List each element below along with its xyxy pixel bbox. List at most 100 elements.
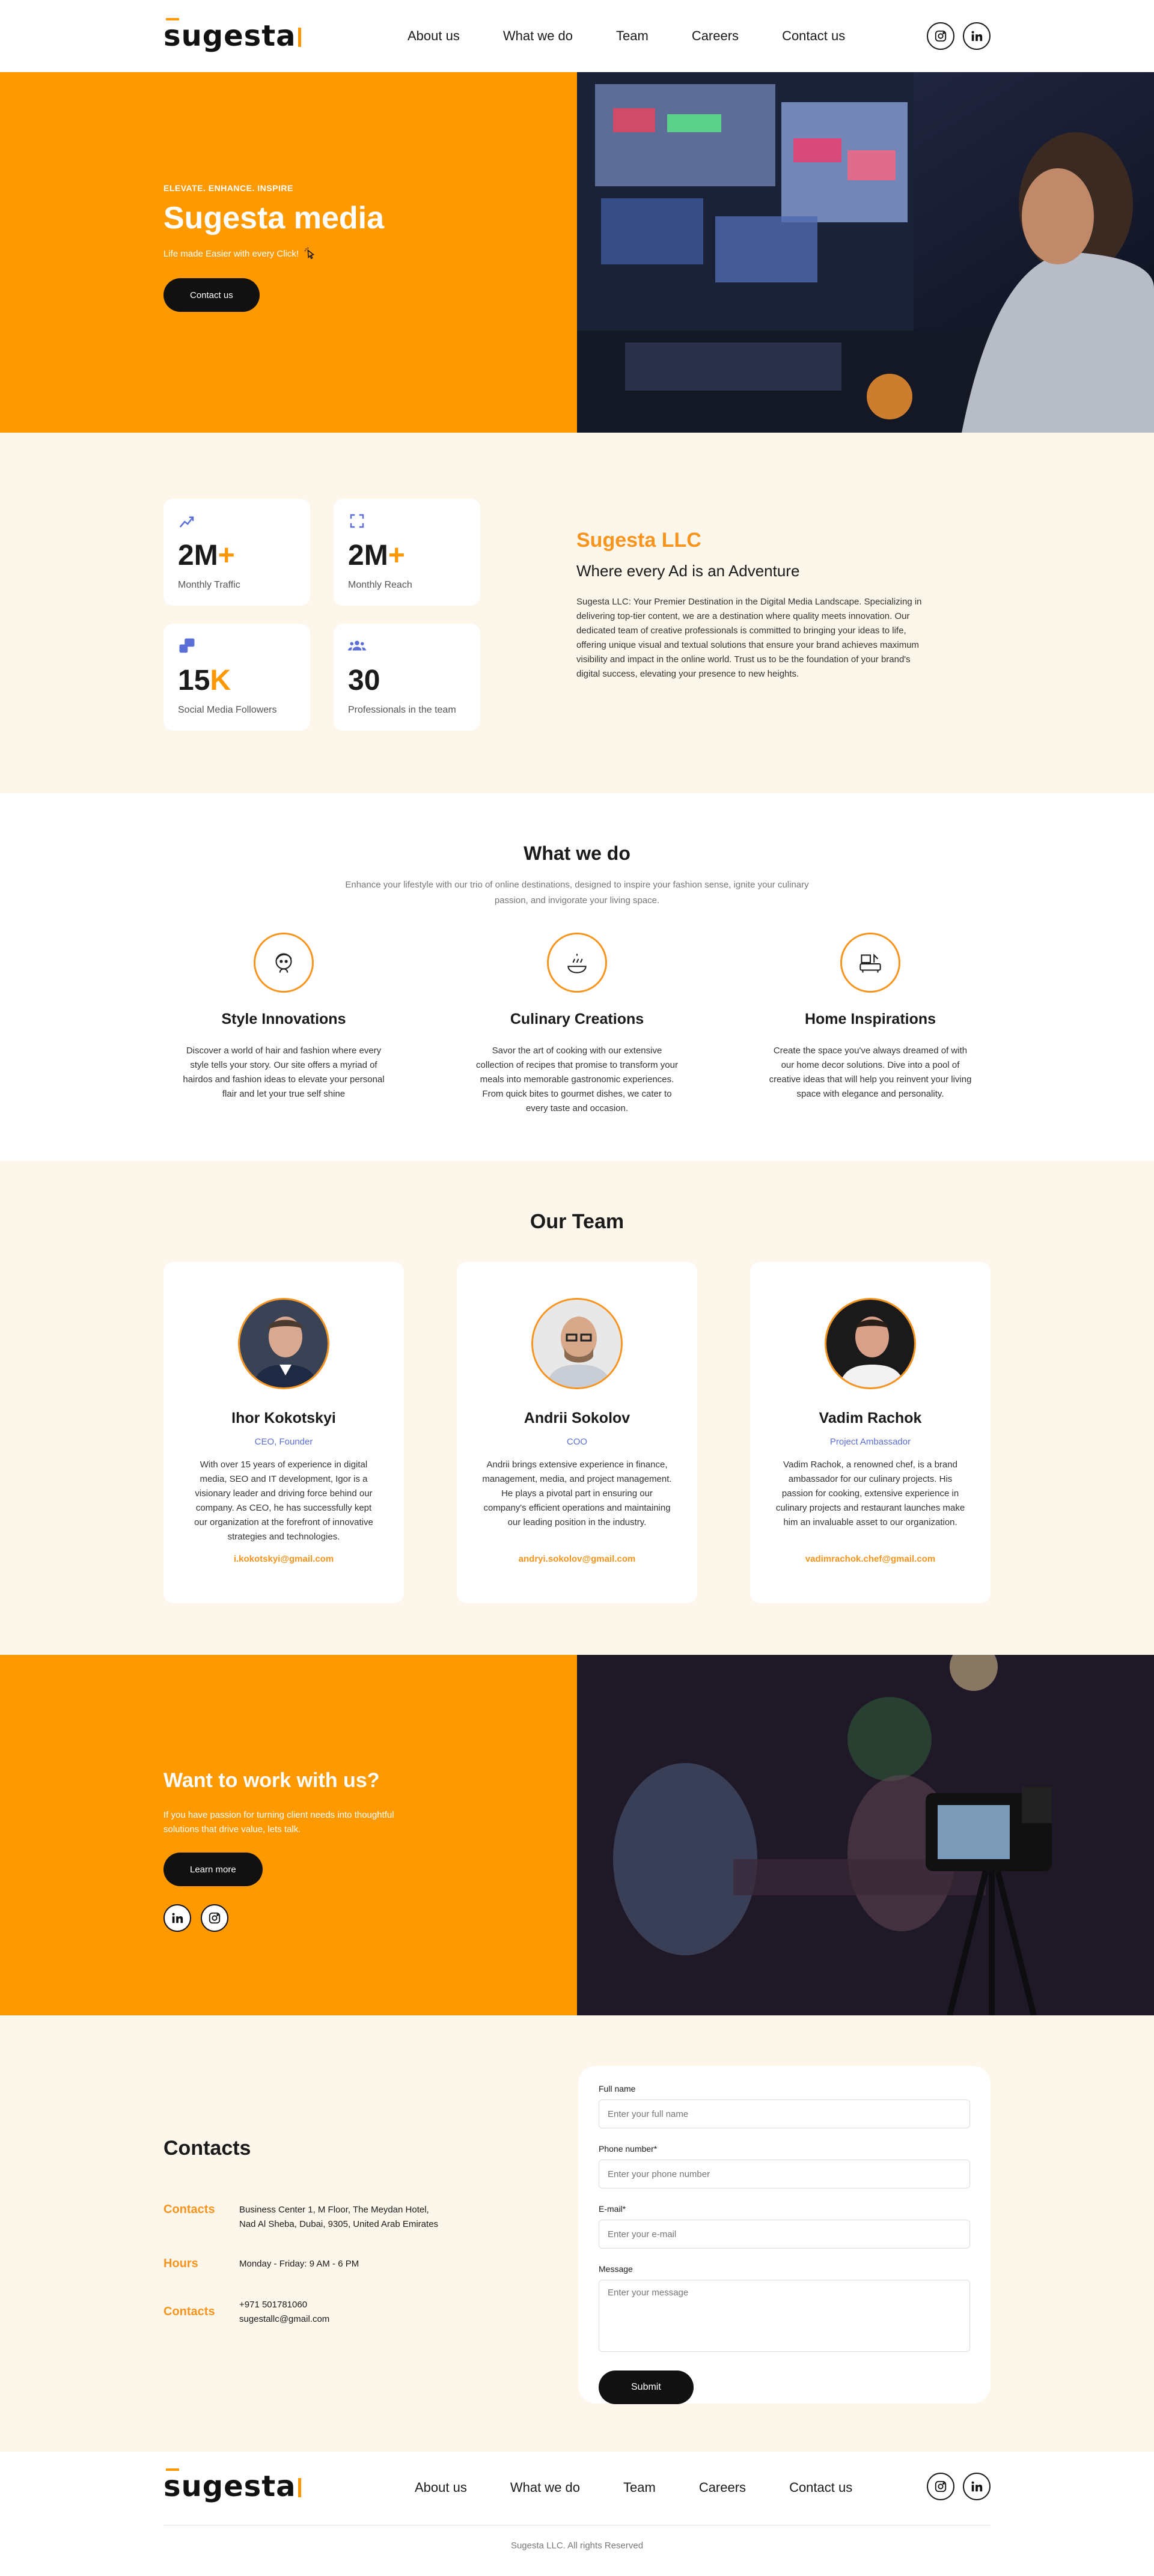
hairstyle-icon <box>254 933 314 993</box>
contact-form: Full name Phone number* E-mail* Message … <box>578 2066 991 2404</box>
nav-what-we-do[interactable]: What we do <box>510 2480 580 2495</box>
instagram-icon[interactable] <box>201 1904 228 1932</box>
section-title: Our Team <box>530 1210 624 1233</box>
member-email[interactable]: vadimrachok.chef@gmail.com <box>805 1554 935 1564</box>
linkedin-icon[interactable] <box>963 2473 991 2500</box>
contact-value: Business Center 1, M Floor, The Meydan H… <box>239 2205 439 2229</box>
learn-more-button[interactable]: Learn more <box>163 1853 263 1886</box>
about-headline: Where every Ad is an Adventure <box>576 562 800 580</box>
submit-button[interactable]: Submit <box>599 2370 694 2404</box>
service-text: Savor the art of cooking with our extens… <box>476 1046 678 1113</box>
service-item: Style Innovations Discover a world of ha… <box>182 933 386 1101</box>
nav-contact[interactable]: Contact us <box>789 2480 852 2495</box>
logo[interactable]: sugesta <box>163 18 301 50</box>
member-name: Vadim Rachok <box>819 1410 922 1427</box>
contact-key: Hours <box>163 2257 198 2270</box>
service-title: Home Inspirations <box>804 1011 936 1028</box>
member-role: COO <box>566 1437 588 1447</box>
contact-key: Contacts <box>163 2305 215 2318</box>
nav-careers[interactable]: Careers <box>692 28 739 44</box>
about-section: 2M+ Monthly Traffic 2M+ Monthly Reach 15… <box>0 433 1154 793</box>
contact-row: Hours Monday - Friday: 9 AM - 6 PM <box>163 2257 359 2271</box>
member-email[interactable]: i.kokotskyi@gmail.com <box>234 1554 334 1564</box>
service-title: Culinary Creations <box>510 1011 644 1028</box>
nav-about[interactable]: About us <box>408 28 460 44</box>
about-text: Sugesta LLC Where every Ad is an Adventu… <box>576 529 925 681</box>
instagram-icon[interactable] <box>927 2473 954 2500</box>
nav-careers[interactable]: Careers <box>699 2480 746 2495</box>
stat-label: Monthly Reach <box>348 580 412 590</box>
contact-us-button[interactable]: Contact us <box>163 278 260 312</box>
contact-key: Contacts <box>163 2203 215 2216</box>
team-card: Ihor Kokotskyi CEO, Founder With over 15… <box>163 1262 404 1603</box>
full-name-input[interactable] <box>599 2099 970 2128</box>
name-label: Full name <box>599 2084 636 2093</box>
nav-what-we-do[interactable]: What we do <box>503 28 573 44</box>
member-bio: Vadim Rachok, a renowned chef, is a bran… <box>775 1460 965 1527</box>
email-label: E-mail* <box>599 2204 626 2214</box>
hero-content: ELEVATE. ENHANCE. INSPIRE Sugesta media … <box>0 72 577 433</box>
social-icon <box>179 638 195 653</box>
section-subtitle: Enhance your lifestyle with our trio of … <box>345 880 809 906</box>
footer-social <box>927 2473 991 2500</box>
cta-section: Want to work with us? If you have passio… <box>0 1655 1154 2015</box>
linkedin-icon[interactable] <box>963 22 991 50</box>
section-title: Contacts <box>163 2137 251 2160</box>
copyright: Sugesta LLC. All rights Reserved <box>510 2541 644 2551</box>
header-social <box>927 22 991 50</box>
cooking-icon <box>547 933 607 993</box>
home-decor-icon <box>840 933 900 993</box>
about-body: Sugesta LLC: Your Premier Destination in… <box>576 597 922 679</box>
instagram-icon[interactable] <box>927 22 954 50</box>
contact-row: Contacts +971 501781060 sugestallc@gmail.… <box>163 2298 329 2327</box>
member-name: Andrii Sokolov <box>524 1410 630 1427</box>
cta-title: Want to work with us? <box>163 1769 380 1792</box>
stat-label: Social Media Followers <box>178 705 277 715</box>
footer-divider <box>163 2525 991 2526</box>
nav-about[interactable]: About us <box>415 2480 467 2495</box>
phone-input[interactable] <box>599 2160 970 2188</box>
member-bio: With over 15 years of experience in digi… <box>194 1460 373 1542</box>
footer-nav: About us What we do Team Careers Contact… <box>415 2452 896 2524</box>
team-section: Our Team Ihor Kokotskyi CEO, Founder Wit… <box>0 1161 1154 1655</box>
service-item: Home Inspirations Create the space you'v… <box>768 933 972 1101</box>
stat-value: 2M+ <box>178 540 235 571</box>
message-label: Message <box>599 2264 633 2274</box>
email-input[interactable] <box>599 2220 970 2249</box>
hero-section: ELEVATE. ENHANCE. INSPIRE Sugesta media … <box>0 72 1154 433</box>
stat-value: 30 <box>348 665 380 696</box>
stat-card: 30 Professionals in the team <box>334 624 480 731</box>
member-email[interactable]: andryi.sokolov@gmail.com <box>519 1554 636 1564</box>
chart-icon <box>179 516 194 528</box>
linkedin-icon[interactable] <box>163 1904 191 1932</box>
hero-title: Sugesta media <box>163 201 385 236</box>
site-footer: sugesta About us What we do Team Careers… <box>0 2452 1154 2576</box>
member-role: Project Ambassador <box>829 1437 911 1447</box>
stat-label: Monthly Traffic <box>178 580 240 590</box>
footer-logo[interactable]: sugesta <box>163 2468 301 2501</box>
section-title: What we do <box>524 842 630 864</box>
nav-team[interactable]: Team <box>616 28 649 44</box>
stat-value: 2M+ <box>348 540 405 571</box>
team-card: Vadim Rachok Project Ambassador Vadim Ra… <box>750 1262 991 1603</box>
member-role: CEO, Founder <box>254 1437 313 1447</box>
stat-value: 15K <box>178 665 231 696</box>
nav-team[interactable]: Team <box>623 2480 656 2495</box>
contacts-section: Contacts Contacts Business Center 1, M F… <box>0 2015 1154 2452</box>
what-we-do-section: What we do Enhance your lifestyle with o… <box>0 793 1154 1161</box>
cursor-click-icon <box>304 247 315 260</box>
nav-contact[interactable]: Contact us <box>782 28 845 44</box>
message-input[interactable] <box>599 2280 970 2352</box>
contact-value: Monday - Friday: 9 AM - 6 PM <box>239 2259 359 2269</box>
stat-label: Professionals in the team <box>348 705 456 715</box>
stat-card: 15K Social Media Followers <box>163 624 310 731</box>
cta-text: If you have passion for turning client n… <box>163 1810 394 1835</box>
hero-image <box>577 72 1154 433</box>
hero-tagline: Life made Easier with every Click! <box>163 247 577 260</box>
member-bio: Andrii brings extensive experience in fi… <box>482 1460 672 1527</box>
stat-card: 2M+ Monthly Reach <box>334 499 480 606</box>
member-name: Ihor Kokotskyi <box>231 1410 336 1427</box>
contact-row: Contacts Business Center 1, M Floor, The… <box>163 2203 438 2232</box>
avatar <box>825 1298 916 1389</box>
cta-content: Want to work with us? If you have passio… <box>0 1655 577 2015</box>
